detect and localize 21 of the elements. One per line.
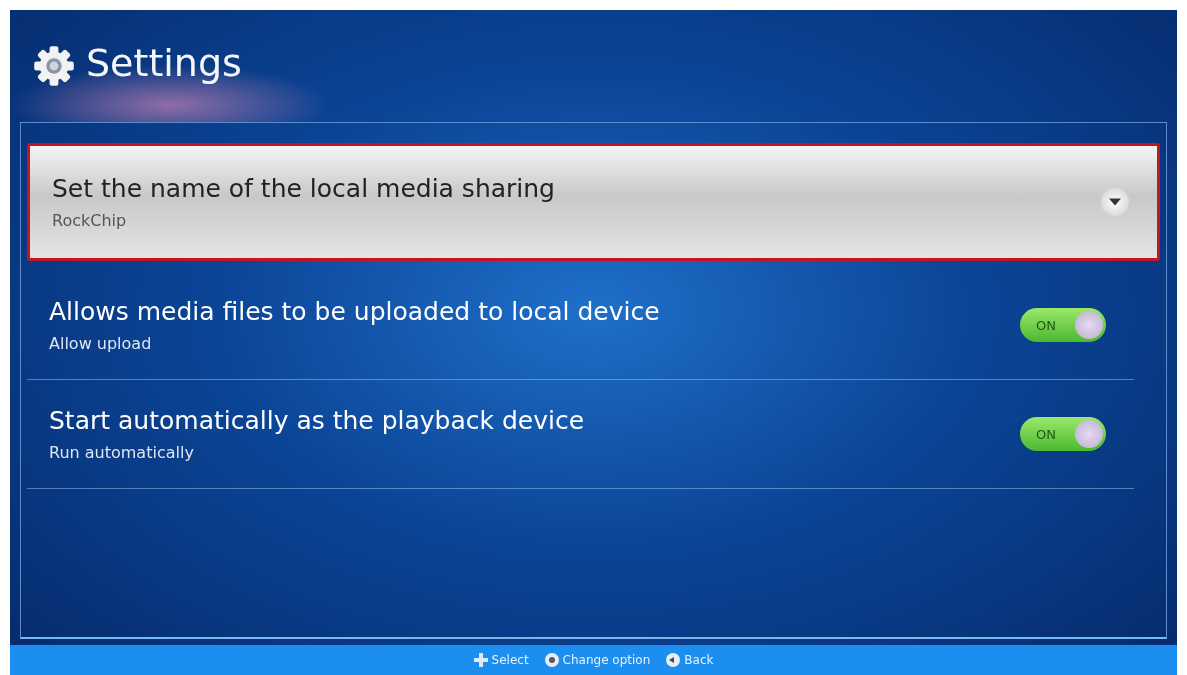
caret-icon [1109,198,1121,206]
round-button-icon [544,653,559,667]
hint-label: Back [684,653,714,667]
settings-icon [32,44,76,88]
setting-value: RockChip [52,211,128,230]
setting-row[interactable]: Allows media files to be uploaded to local device Allow upload ON [27,271,1134,380]
hint-label: Select [491,653,529,667]
setting-row[interactable]: Set the name of the local media sharing RockChip [27,143,1160,261]
toggle-switch[interactable]: ON [1020,308,1106,342]
dropdown-button[interactable] [1101,188,1129,216]
hint-label: Change option [562,653,651,667]
setting-row[interactable]: Start automatically as the playback device Run automatically ON [27,380,1134,489]
setting-value: Run automatically [49,443,195,462]
setting-title: Allows media files to be uploaded to local device [49,297,661,326]
setting-value: Allow upload [49,334,153,353]
setting-title: Start automatically as the playback device [49,406,586,435]
setting-title: Set the name of the local media sharing [52,174,556,203]
page-title: Settings [86,41,242,85]
toggle-switch[interactable]: ON [1020,417,1106,451]
dpad-icon [473,653,488,667]
back-icon [666,653,681,667]
